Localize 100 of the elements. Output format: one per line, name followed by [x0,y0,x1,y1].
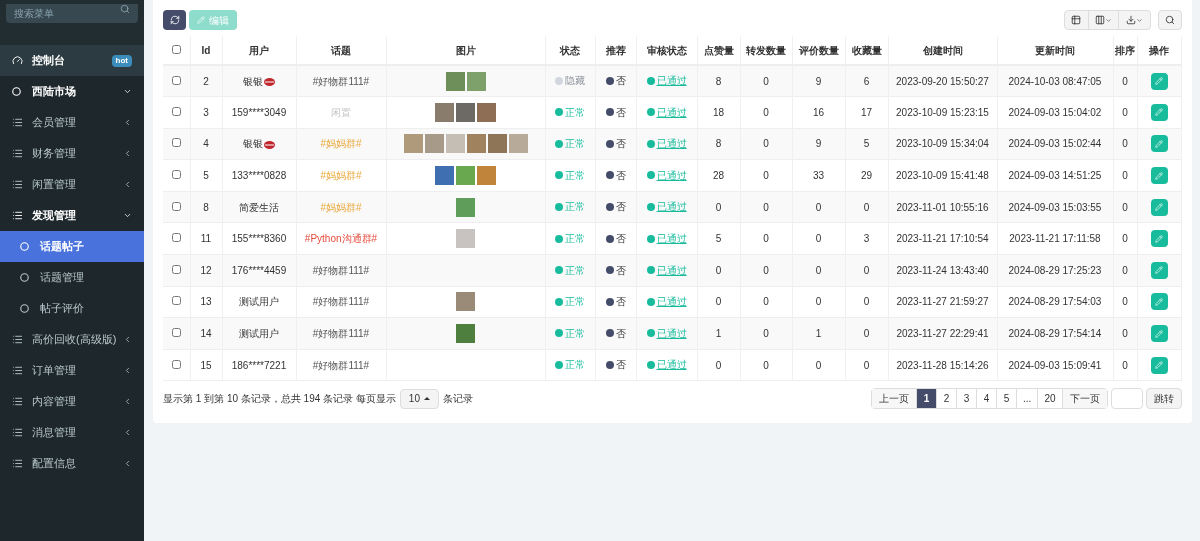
edit-row-button[interactable] [1150,261,1168,279]
row-checkbox[interactable] [171,264,181,274]
menu-label: 话题管理 [40,270,85,286]
sidebar-item[interactable]: 会员管理 [0,107,144,138]
chevron-left-icon [123,459,132,468]
table-cell: 0 [763,233,769,245]
edit-row-button[interactable] [1150,135,1168,153]
row-checkbox[interactable] [171,138,181,148]
sidebar-item[interactable]: 配置信息 [0,448,144,479]
pencil-icon [1155,203,1163,212]
table-cell-text: 否 [615,232,626,246]
table-cell: 简爱生活 [239,201,279,213]
list-icon [12,148,23,159]
edit-row-button[interactable] [1150,198,1168,216]
table-cell: 15 [200,359,212,371]
circle-icon [20,242,29,251]
chevron-left-icon [123,428,132,437]
table-cell: 18 [712,106,725,118]
pencil-icon [1155,140,1163,148]
column-header: 点赞量 [697,36,740,65]
table-icon [1071,15,1081,25]
row-checkbox[interactable] [171,296,181,306]
table-cell-text: 否 [615,358,626,373]
status-text: 正常 [565,295,585,310]
table-cell: 9 [815,138,822,150]
table-cell: 12 [200,264,212,276]
table-cell: 11 [200,233,212,245]
status-text: 正常 [565,358,585,373]
table-cell: 0 [1122,328,1128,340]
chevron-left-icon [123,180,132,189]
edit-row-button[interactable] [1150,293,1168,311]
sidebar-item[interactable]: 西陆市场 [0,76,144,107]
table-cell: 5 [863,138,870,150]
table-cell: 0 [815,359,822,371]
page-link[interactable]: 1 [917,389,938,409]
edit-row-button[interactable] [1150,103,1168,121]
edit-row-button[interactable] [1150,72,1168,90]
table-cell: 1 [715,328,722,340]
table-cell: 0 [815,264,822,276]
pencil-icon [197,16,205,24]
column-header: 转发数量 [740,36,792,65]
table-cell: 0 [863,264,870,276]
sidebar-item[interactable]: 订单管理 [0,355,144,386]
sidebar-item[interactable]: 控制台 hot [0,45,144,76]
page-number-field[interactable] [1110,388,1143,410]
column-header: 创建时间 [888,36,997,65]
pencil-icon [1155,108,1163,117]
search-field[interactable]: 搜索菜单 [6,4,138,23]
table-cell: 0 [1122,233,1128,245]
pencil-icon [1155,297,1163,306]
edit-row-button[interactable] [1150,167,1168,185]
row-checkbox[interactable] [171,233,181,243]
records-summary: 显示第 1 到第 10 条记录，总共 194 条记录 每页显示 [163,392,396,407]
next-page-link[interactable]: 下一页 [1062,389,1107,409]
row-checkbox[interactable] [171,359,181,369]
table-cell: 0 [763,328,769,340]
row-checkbox[interactable] [171,106,181,116]
sidebar-item[interactable]: 消息管理 [0,417,144,448]
row-checkbox[interactable] [171,75,181,85]
table-cell: 5 [203,170,209,182]
prev-page-link[interactable]: 上一页 [872,389,918,409]
table-cell: 2024-08-29 17:25:23 [1008,264,1102,276]
menu-label: 消息管理 [32,425,77,441]
edit-row-button[interactable] [1150,325,1168,343]
row-checkbox[interactable] [171,170,181,180]
sidebar-item[interactable]: 发现管理 [0,200,144,231]
refresh-icon [169,15,180,25]
edit-row-button[interactable] [1150,356,1168,374]
sidebar-item[interactable]: 话题帖子 [0,231,144,262]
column-header: 话题 [296,36,386,65]
sidebar-item[interactable]: 高价回收(高级版) [0,324,144,355]
table-cell: 0 [1122,75,1128,87]
row-checkbox[interactable] [171,201,181,211]
table-cell: 159****3049 [231,106,287,118]
status-text: 正常 [565,326,585,341]
pencil-icon [1155,329,1163,338]
refresh-button[interactable] [163,10,186,30]
sidebar-item[interactable]: 帖子评价 [0,293,144,324]
table-cell: 2023-11-28 15:14:26 [896,359,989,371]
table-cell: #Python沟通群# [304,233,378,245]
table-cell: 2024-09-03 15:02:44 [1008,138,1102,150]
sidebar-item[interactable]: 话题管理 [0,262,144,293]
sidebar-item[interactable]: 闲置管理 [0,169,144,200]
table-cell-text: 否 [615,105,626,120]
jump-button[interactable]: 跳转 [1145,388,1182,410]
circle-icon [20,304,29,313]
row-checkbox[interactable] [171,328,181,338]
table-cell: 13 [200,296,212,308]
table-cell: 0 [763,138,769,150]
select-all-checkbox[interactable] [171,44,181,54]
search-button[interactable] [1157,10,1182,30]
edit-row-button[interactable] [1150,230,1168,248]
sidebar-item[interactable]: 内容管理 [0,386,144,417]
sidebar-item[interactable]: 财务管理 [0,138,144,169]
table-cell: #好物群111# [312,264,370,276]
table-cell: 5 [715,233,722,245]
page-size-dropdown[interactable]: 10 [399,388,439,409]
table-cell: 测试用户 [239,296,279,308]
list-icon [12,427,23,438]
table-cell: 0 [815,201,822,213]
